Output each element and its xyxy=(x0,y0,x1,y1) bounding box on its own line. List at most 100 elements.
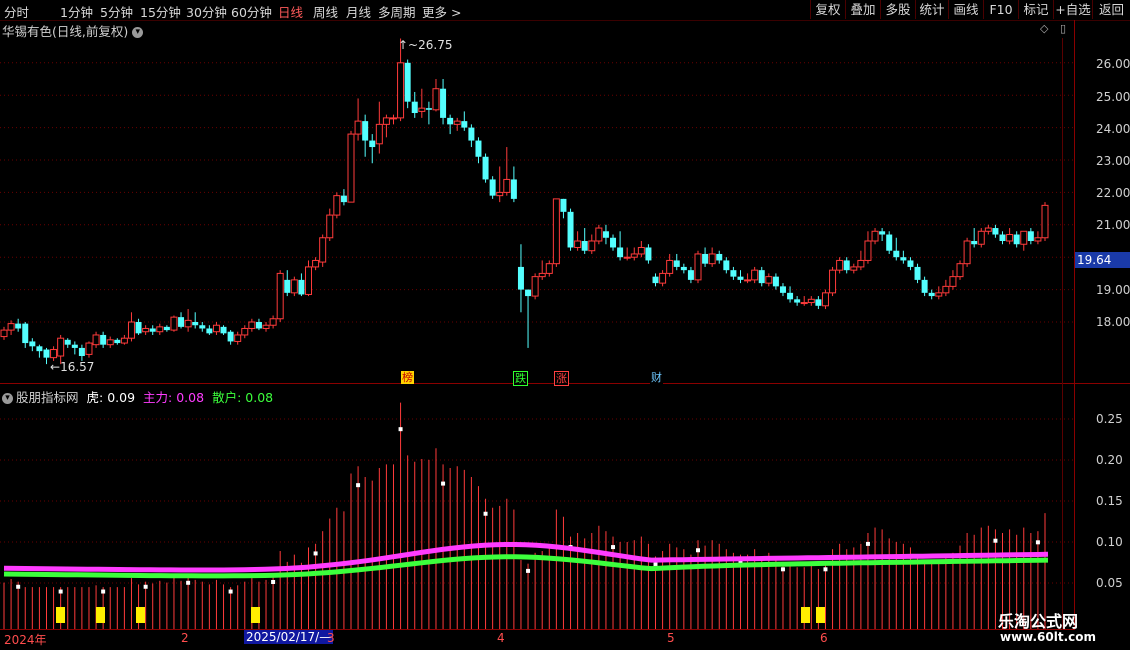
event-badge[interactable]: 涨 xyxy=(554,371,569,386)
window-icon[interactable]: ▯ xyxy=(1060,22,1066,35)
candle xyxy=(354,120,362,135)
indicator-dot xyxy=(526,568,531,573)
x-tick: 2 xyxy=(181,631,189,645)
candle xyxy=(545,263,553,274)
candle xyxy=(942,285,950,294)
candle xyxy=(652,276,659,284)
series1-value: 0.09 xyxy=(107,390,136,405)
indicator-bars xyxy=(3,402,1046,629)
diamond-icon[interactable]: ◇ xyxy=(1040,22,1048,35)
candle xyxy=(1020,230,1028,245)
candle xyxy=(220,326,227,334)
candle xyxy=(617,247,624,258)
event-badge[interactable]: 财 xyxy=(650,371,663,384)
chevron-down-icon[interactable]: ▾ xyxy=(2,393,13,404)
candle xyxy=(708,253,716,265)
candle xyxy=(71,344,78,348)
candle xyxy=(1041,204,1049,239)
event-badge[interactable]: 跌 xyxy=(513,371,528,386)
candle xyxy=(956,263,964,278)
event-badge[interactable]: 榜 xyxy=(401,371,414,384)
candle xyxy=(623,256,631,259)
candle xyxy=(836,259,844,271)
watermark-url: www.60lt.com xyxy=(1000,630,1097,644)
candle xyxy=(581,241,588,251)
series3-label: 散户: xyxy=(212,390,242,405)
high-marker: ↑~26.75 xyxy=(398,38,452,52)
low-price-label: 16.57 xyxy=(60,360,95,374)
panel-icons: ◇ ▯ xyxy=(1040,22,1066,35)
chart-canvas[interactable] xyxy=(0,0,1130,650)
candle xyxy=(864,240,872,261)
y-tick: 25.00 xyxy=(1096,90,1130,104)
indicator-dot xyxy=(398,427,403,432)
candle xyxy=(977,230,985,245)
y-tick: 26.00 xyxy=(1096,57,1130,71)
x-tick: 5 xyxy=(667,631,675,645)
indicator-dot xyxy=(356,483,361,488)
stock-title: 华锡有色(日线,前复权) xyxy=(2,24,129,39)
candle xyxy=(425,108,432,110)
indicator-y-tick: 0.25 xyxy=(1096,412,1123,426)
series3-value: 0.08 xyxy=(245,390,274,405)
x-tick: 3 xyxy=(327,631,335,645)
chart-title[interactable]: 华锡有色(日线,前复权) ▾ xyxy=(2,21,144,40)
indicator-y-tick: 0.05 xyxy=(1096,576,1123,590)
chevron-down-icon[interactable]: ▾ xyxy=(132,27,144,38)
candle xyxy=(156,326,164,333)
candle xyxy=(326,214,334,239)
indicator-y-tick: 0.10 xyxy=(1096,535,1123,549)
candle xyxy=(475,140,482,157)
candle xyxy=(971,241,978,245)
candle xyxy=(588,240,596,252)
candle xyxy=(907,260,914,267)
candle xyxy=(362,121,369,141)
y-tick: 22.00 xyxy=(1096,186,1130,200)
candle xyxy=(269,318,277,326)
indicator-header[interactable]: ▾ 股朋指标网 虎: 0.09 主力: 0.08 散户: 0.08 xyxy=(2,387,273,406)
indicator-dot xyxy=(441,481,446,486)
candle xyxy=(1027,231,1034,241)
candle xyxy=(602,231,609,238)
candle xyxy=(772,276,779,287)
indicator-dot xyxy=(186,580,191,585)
candle xyxy=(779,286,786,293)
indicator-name: 股朋指标网 xyxy=(16,390,79,405)
candle xyxy=(829,269,837,294)
candle xyxy=(411,101,418,114)
candle xyxy=(199,325,206,329)
candle xyxy=(333,195,341,216)
candle xyxy=(893,250,900,258)
candlestick-series xyxy=(0,38,1049,365)
candle xyxy=(567,211,574,248)
candle xyxy=(192,322,199,326)
candle xyxy=(963,240,971,265)
candle xyxy=(347,133,355,203)
candle xyxy=(276,272,284,320)
candle xyxy=(142,327,150,333)
candle xyxy=(1013,234,1020,245)
candle xyxy=(645,247,652,261)
candle xyxy=(843,260,850,271)
candle xyxy=(744,279,752,282)
y-tick: 24.00 xyxy=(1096,122,1130,136)
candle xyxy=(227,331,234,342)
candle xyxy=(397,62,405,119)
signal-marker xyxy=(56,607,65,623)
signal-marker xyxy=(816,607,825,623)
grid-lines xyxy=(0,20,1130,630)
indicator-dot xyxy=(483,511,488,516)
candle xyxy=(43,349,50,358)
candle xyxy=(730,270,737,277)
candle xyxy=(114,339,121,344)
indicator-dot xyxy=(228,589,233,594)
candle xyxy=(404,62,411,102)
candle xyxy=(340,195,347,203)
candle xyxy=(375,123,383,145)
candle xyxy=(525,289,532,297)
y-tick: 21.00 xyxy=(1096,218,1130,232)
candle xyxy=(15,323,22,329)
candle xyxy=(496,191,504,197)
candle xyxy=(815,299,822,306)
candle xyxy=(758,270,765,284)
